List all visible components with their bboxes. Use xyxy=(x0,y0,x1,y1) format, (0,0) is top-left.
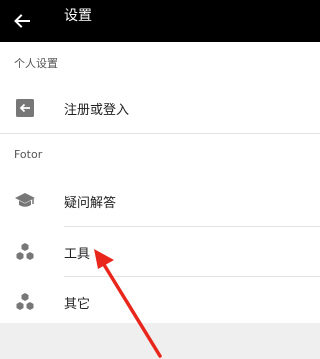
list-item-label: 其它 xyxy=(64,296,91,312)
arrow-left-icon xyxy=(14,14,30,28)
login-icon xyxy=(14,97,36,119)
list-item-tools[interactable]: 工具 xyxy=(0,227,320,277)
page-title: 设置 xyxy=(64,8,92,24)
list-item-faq[interactable]: 疑问解答 xyxy=(0,176,320,226)
top-app-bar: 设置 xyxy=(0,0,320,42)
back-button[interactable] xyxy=(4,3,40,39)
list-item-label: 疑问解答 xyxy=(64,195,117,211)
list-item-label: 注册或登入 xyxy=(64,102,130,118)
list-item-label: 工具 xyxy=(64,246,91,262)
graduation-cap-icon xyxy=(14,190,36,212)
list-item-register-login[interactable]: 注册或登入 xyxy=(0,83,320,133)
hexagon-cluster-icon xyxy=(14,241,36,263)
section-header-personal: 个人设置 xyxy=(14,57,58,70)
list-item-other[interactable]: 其它 xyxy=(0,277,320,327)
bottom-spacer xyxy=(0,323,320,359)
section-divider xyxy=(0,133,320,134)
section-header-fotor: Fotor xyxy=(14,148,43,161)
hexagon-cluster-icon xyxy=(14,291,36,313)
